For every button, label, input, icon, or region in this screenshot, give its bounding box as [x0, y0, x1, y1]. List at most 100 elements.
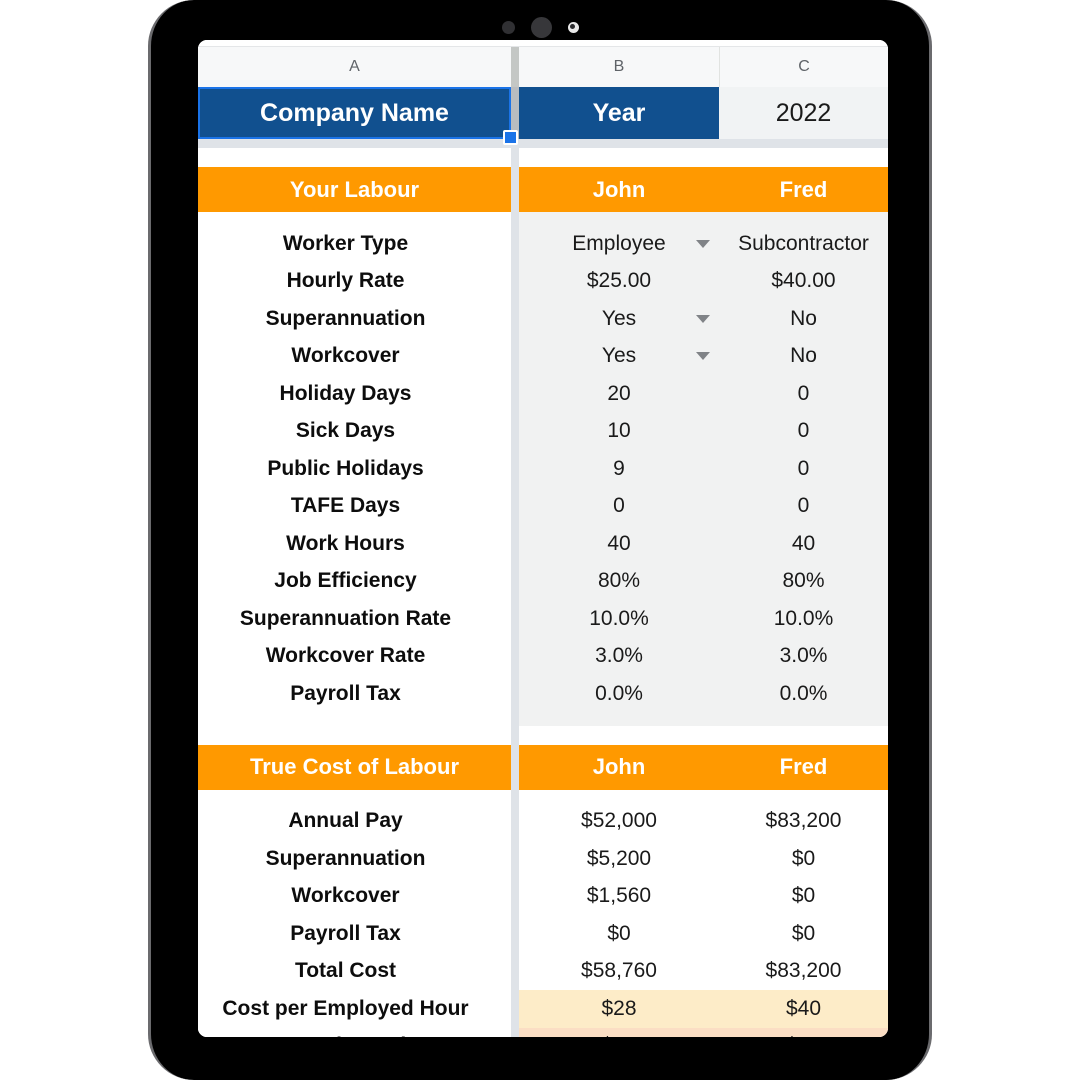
row-value-c-cell[interactable]: $83,200 [719, 952, 888, 990]
row-label-cell[interactable]: Cost per Charged Hour [198, 1027, 511, 1037]
year-value-cell[interactable]: 2022 [719, 87, 888, 139]
row-value-c-cell[interactable]: $0 [719, 915, 888, 953]
chevron-down-icon[interactable] [696, 239, 710, 248]
row-label-cell[interactable]: Hourly Rate [198, 262, 511, 300]
table-row[interactable]: Worker Type Employee Subcontractor [198, 225, 888, 263]
frozen-column-divider[interactable] [511, 47, 519, 87]
table-row[interactable]: Total Cost $58,760 $83,200 [198, 952, 888, 990]
row-value-c-cell[interactable]: $0 [719, 877, 888, 915]
table-row[interactable]: Public Holidays 9 0 [198, 450, 888, 488]
row-label-cell[interactable]: Sick Days [198, 412, 511, 450]
row-value-c-cell[interactable]: 0 [719, 375, 888, 413]
table-row[interactable]: Cost per Employed Hour $28 $40 [198, 990, 888, 1028]
table-row[interactable]: Hourly Rate $25.00 $40.00 [198, 262, 888, 300]
row-label-cell[interactable]: Superannuation Rate [198, 600, 511, 638]
table-row[interactable]: Workcover Yes No [198, 337, 888, 375]
table-row[interactable]: Sick Days 10 0 [198, 412, 888, 450]
table-row[interactable]: Superannuation Rate 10.0% 10.0% [198, 600, 888, 638]
row-label-cell[interactable]: Payroll Tax [198, 675, 511, 713]
row-value-c-cell[interactable]: 0 [719, 450, 888, 488]
table-row[interactable]: Cost per Charged Hour $42$50 [198, 1027, 888, 1037]
pad-a [198, 212, 511, 225]
chevron-down-icon[interactable] [696, 314, 710, 323]
row-value-c-cell[interactable]: $0 [719, 840, 888, 878]
row-value-c-cell[interactable]: Subcontractor [719, 225, 888, 263]
row-value-b-cell[interactable]: $25.00 [519, 262, 719, 300]
row-label-cell[interactable]: Workcover Rate [198, 637, 511, 675]
row-value-b-cell[interactable]: 80% [519, 562, 719, 600]
row-label-cell[interactable]: Total Cost [198, 952, 511, 990]
table-row[interactable]: Workcover $1,560 $0 [198, 877, 888, 915]
row-label-cell[interactable]: Workcover [198, 337, 511, 375]
row-value-b-cell[interactable]: 3.0% [519, 637, 719, 675]
column-header-a[interactable]: A [198, 47, 511, 87]
table-row[interactable]: Superannuation $5,200 $0 [198, 840, 888, 878]
row-value-c-cell[interactable]: 0.0% [719, 675, 888, 713]
spacer-b2 [519, 725, 719, 745]
cell-selection-handle[interactable] [503, 130, 518, 145]
row-value-b-cell[interactable]: 10.0% [519, 600, 719, 638]
row-label-cell[interactable]: Work Hours [198, 525, 511, 563]
row-label-cell[interactable]: Superannuation [198, 840, 511, 878]
company-name-cell[interactable]: Company Name [198, 87, 511, 139]
spacer-b [519, 148, 719, 167]
row-label-cell[interactable]: Holiday Days [198, 375, 511, 413]
row-value-b-cell[interactable]: 0 [519, 487, 719, 525]
row-value-c-cell[interactable]: $40 [719, 990, 888, 1028]
table-row[interactable]: Superannuation Yes No [198, 300, 888, 338]
row-frozen-divider [511, 525, 519, 563]
row-label-cell[interactable]: Payroll Tax [198, 915, 511, 953]
row-value-c-cell[interactable]: No [719, 300, 888, 338]
row-value-c-cell[interactable]: $83,200 [719, 802, 888, 840]
column-header-c[interactable]: C [719, 47, 888, 87]
row-label-cell[interactable]: Annual Pay [198, 802, 511, 840]
row-frozen-divider [511, 952, 519, 990]
row-value-c-cell[interactable]: 0 [719, 487, 888, 525]
row-value-c-cell[interactable]: No [719, 337, 888, 375]
column-header-row: A B C [198, 47, 888, 87]
spreadsheet-grid[interactable]: A B C Company Name Year 2022 Your Labour… [198, 47, 888, 1037]
table-row[interactable]: Holiday Days 20 0 [198, 375, 888, 413]
row-label-cell[interactable]: Public Holidays [198, 450, 511, 488]
row-value-b-cell[interactable]: 20 [519, 375, 719, 413]
table-row[interactable]: Payroll Tax 0.0% 0.0% [198, 675, 888, 713]
row-value-c-cell[interactable]: 80% [719, 562, 888, 600]
row-value-b-cell[interactable]: $0 [519, 915, 719, 953]
table-row[interactable]: TAFE Days 0 0 [198, 487, 888, 525]
row-value-b-cell[interactable]: $1,560 [519, 877, 719, 915]
tablet-screen: A B C Company Name Year 2022 Your Labour… [198, 40, 888, 1037]
row-value-b-cell[interactable]: 10 [519, 412, 719, 450]
table-row[interactable]: Annual Pay $52,000 $83,200 [198, 802, 888, 840]
row-value-b-cell[interactable]: Employee [519, 225, 719, 263]
spacer-c2 [719, 725, 888, 745]
table-row[interactable]: Work Hours 40 40 [198, 525, 888, 563]
row-label-cell[interactable]: Job Efficiency [198, 562, 511, 600]
row-value-b-cell[interactable]: Yes [519, 300, 719, 338]
table-row[interactable]: Workcover Rate 3.0% 3.0% [198, 637, 888, 675]
row-value-b-cell[interactable]: 9 [519, 450, 719, 488]
chevron-down-icon[interactable] [696, 352, 710, 361]
row-value-b-cell[interactable]: 40 [519, 525, 719, 563]
row-label-cell[interactable]: Superannuation [198, 300, 511, 338]
row-label-cell[interactable]: TAFE Days [198, 487, 511, 525]
table-row[interactable]: Job Efficiency 80% 80% [198, 562, 888, 600]
row-value-c-cell[interactable]: 10.0% [719, 600, 888, 638]
row-value-c-cell[interactable]: 40 [719, 525, 888, 563]
row-label-cell[interactable]: Worker Type [198, 225, 511, 263]
row-value-b-cell[interactable]: 0.0% [519, 675, 719, 713]
row-value-b-cell[interactable]: $5,200 [519, 840, 719, 878]
row-value-b-cell[interactable]: Yes [519, 337, 719, 375]
row-value-b-cell[interactable]: $52,000 [519, 802, 719, 840]
row-value-b-cell[interactable]: $42 [519, 1027, 719, 1037]
row-value-b-cell[interactable]: $58,760 [519, 952, 719, 990]
year-label-cell[interactable]: Year [519, 87, 719, 139]
row-value-c-cell[interactable]: $40.00 [719, 262, 888, 300]
row-label-cell[interactable]: Cost per Employed Hour [198, 990, 511, 1028]
row-label-cell[interactable]: Workcover [198, 877, 511, 915]
row-value-b-cell[interactable]: $28 [519, 990, 719, 1028]
column-header-b[interactable]: B [519, 47, 719, 87]
row-value-c-cell[interactable]: 3.0% [719, 637, 888, 675]
table-row[interactable]: Payroll Tax $0 $0 [198, 915, 888, 953]
row-value-c-cell[interactable]: 0 [719, 412, 888, 450]
row-value-c-cell[interactable]: $50 [719, 1027, 888, 1037]
